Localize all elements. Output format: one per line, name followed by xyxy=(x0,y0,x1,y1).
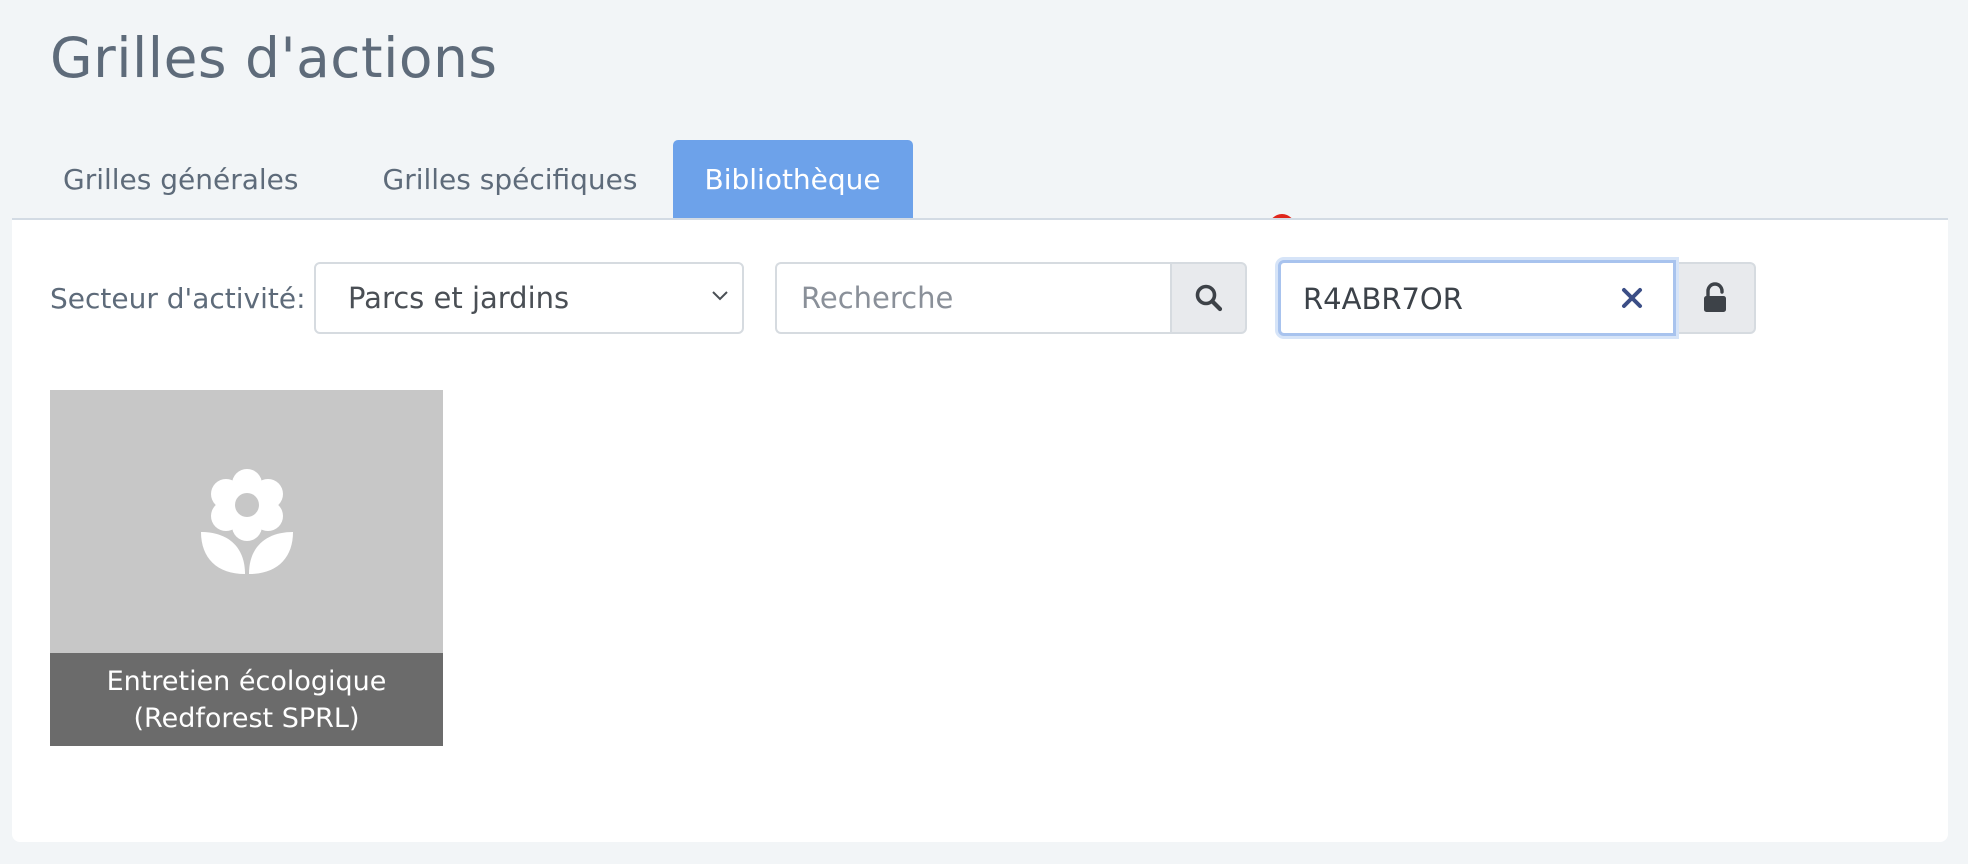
tab-specific-grids[interactable]: Grilles spécifiques xyxy=(341,140,673,218)
tab-bar: Grilles générales Grilles spécifiques Bi… xyxy=(12,140,913,218)
library-panel: Secteur d'activité: Parcs et jardins Rec… xyxy=(12,218,1948,842)
card-image xyxy=(50,390,443,653)
close-icon[interactable] xyxy=(1619,285,1645,311)
tab-library[interactable]: Bibliothèque xyxy=(672,140,913,218)
sector-select-value: Parcs et jardins xyxy=(348,281,570,315)
card-title: Entretien écologique xyxy=(106,665,387,697)
tab-general-grids[interactable]: Grilles générales xyxy=(12,140,341,218)
unlock-icon xyxy=(1704,282,1726,312)
code-group xyxy=(1278,260,1756,336)
card-caption: Entretien écologique (Redforest SPRL) xyxy=(50,653,443,746)
flower-icon xyxy=(200,469,293,574)
chevron-down-icon xyxy=(712,291,728,301)
lock-button[interactable] xyxy=(1676,262,1756,334)
card-subtitle: (Redforest SPRL) xyxy=(133,702,360,734)
sector-select[interactable]: Parcs et jardins xyxy=(314,262,744,334)
search-button[interactable] xyxy=(1170,262,1247,334)
page-title: Grilles d'actions xyxy=(50,26,498,90)
library-card[interactable]: Entretien écologique (Redforest SPRL) xyxy=(50,390,443,746)
sector-label: Secteur d'activité: xyxy=(50,282,306,315)
code-input[interactable] xyxy=(1281,263,1625,335)
search-input[interactable] xyxy=(775,262,1171,334)
code-field xyxy=(1278,260,1676,336)
search-icon xyxy=(1195,284,1222,312)
search-group xyxy=(775,262,1247,334)
